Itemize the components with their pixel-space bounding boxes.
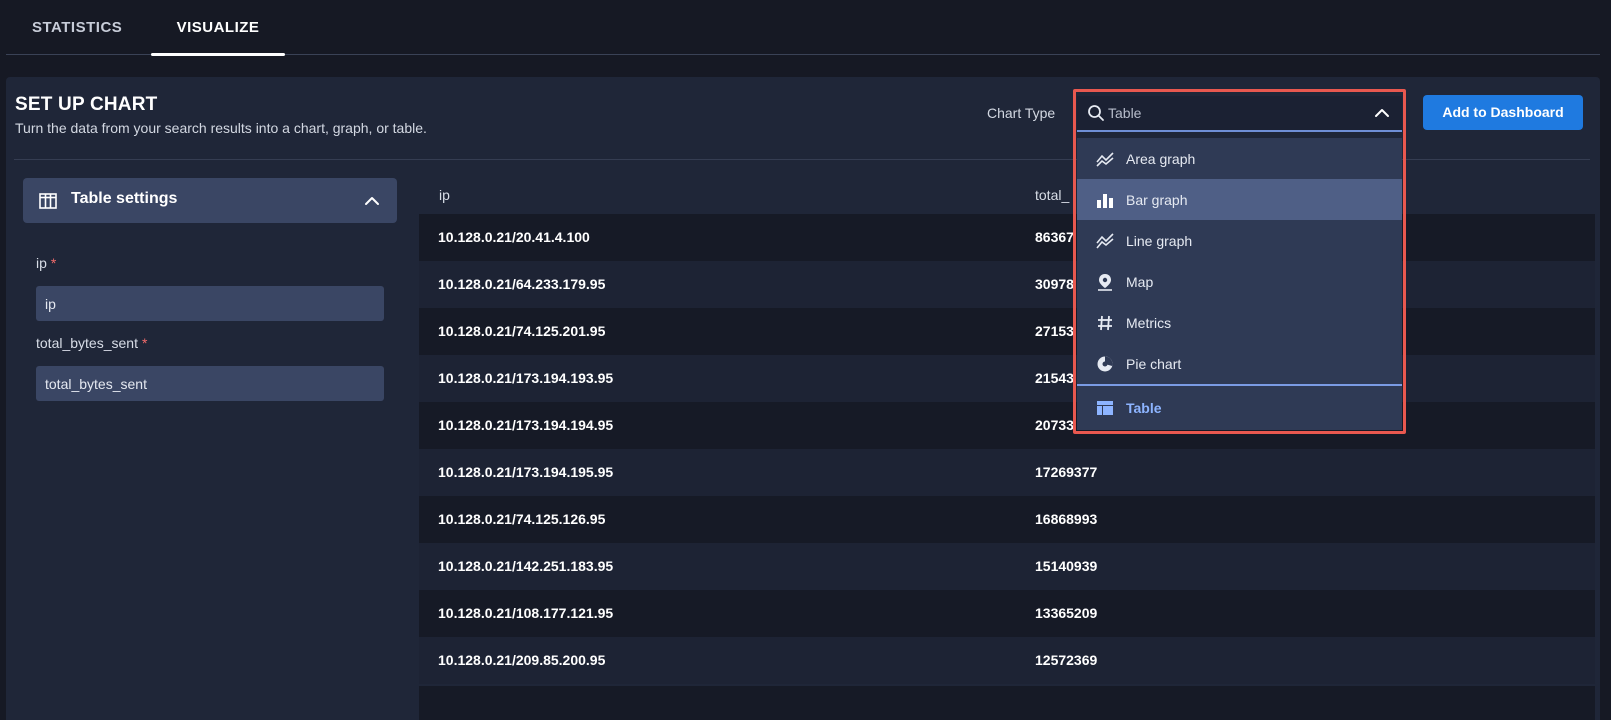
pie-chart-icon <box>1096 355 1114 373</box>
cell-ip: 10.128.0.21/142.251.183.95 <box>438 558 614 574</box>
option-metrics[interactable]: Metrics <box>1077 302 1402 343</box>
option-label: Map <box>1126 273 1154 290</box>
option-label: Pie chart <box>1126 355 1182 372</box>
cell-ip: 10.128.0.21/108.177.121.95 <box>438 605 614 621</box>
map-pin-icon <box>1096 273 1114 291</box>
cell-ip: 10.128.0.21/173.194.193.95 <box>438 370 614 386</box>
chart-type-dropdown: Area graph Bar graph Line graph Map Metr… <box>1077 138 1402 430</box>
table-row: 10.128.0.21/173.194.194.95 20733 <box>419 402 1595 449</box>
cell-bytes: 30978 <box>1035 276 1074 292</box>
cell-bytes: 21543 <box>1035 370 1074 386</box>
cell-bytes: 17269377 <box>1035 464 1098 480</box>
cell-bytes: 13365209 <box>1035 605 1098 621</box>
table-row: 10.128.0.21/173.194.193.95 21543 <box>419 355 1595 402</box>
required-mark: * <box>141 335 148 351</box>
table-row: 10.128.0.21/173.194.195.95 17269377 <box>419 449 1595 496</box>
table-row: 10.128.0.21/74.125.201.95 27153 <box>419 308 1595 355</box>
cell-bytes: 86367 <box>1035 229 1074 245</box>
option-label: Area graph <box>1126 150 1196 167</box>
option-label: Line graph <box>1126 232 1193 249</box>
option-line-graph[interactable]: Line graph <box>1077 220 1402 261</box>
tab-bar: STATISTICS VISUALIZE <box>6 0 1600 56</box>
chevron-up-icon[interactable] <box>1374 105 1390 121</box>
cell-ip: 10.128.0.21/74.125.126.95 <box>438 511 606 527</box>
add-to-dashboard-button[interactable]: Add to Dashboard <box>1423 95 1583 130</box>
option-bar-graph[interactable]: Bar graph <box>1077 179 1402 220</box>
required-mark: * <box>50 255 57 271</box>
panel-title: SET UP CHART <box>15 94 158 115</box>
table-row: 10.128.0.21/209.85.200.95 12572369 <box>419 637 1595 684</box>
cell-ip: 10.128.0.21/173.194.195.95 <box>438 464 614 480</box>
option-label: Metrics <box>1126 314 1172 331</box>
option-label: Bar graph <box>1126 191 1188 208</box>
table-row: 10.128.0.21/20.41.4.100 86367 <box>419 214 1595 261</box>
option-pie-chart[interactable]: Pie chart <box>1077 343 1402 384</box>
cell-bytes: 27153 <box>1035 323 1074 339</box>
table-row: 10.128.0.21/142.251.183.95 15140939 <box>419 543 1595 590</box>
line-graph-icon <box>1096 232 1114 250</box>
search-icon <box>1088 105 1104 121</box>
tab-visualize[interactable]: VISUALIZE <box>151 0 285 56</box>
cell-bytes: 20733 <box>1035 417 1074 433</box>
cell-ip: 10.128.0.21/20.41.4.100 <box>438 229 590 245</box>
ip-field[interactable] <box>36 286 384 321</box>
cell-bytes: 16868993 <box>1035 511 1098 527</box>
table-columns-icon <box>39 193 57 209</box>
cell-ip: 10.128.0.21/209.85.200.95 <box>438 652 606 668</box>
total-bytes-sent-field[interactable] <box>36 366 384 401</box>
cell-bytes: 12572369 <box>1035 652 1098 668</box>
chart-type-label: Chart Type <box>987 105 1056 121</box>
cell-ip: 10.128.0.21/173.194.194.95 <box>438 417 614 433</box>
column-header-ip[interactable]: ip <box>439 174 450 214</box>
chart-type-combobox[interactable] <box>1077 96 1402 132</box>
bar-graph-icon <box>1096 191 1114 209</box>
table-empty-area <box>419 686 1595 720</box>
table-row: 10.128.0.21/64.233.179.95 30978 <box>419 261 1595 308</box>
hash-icon <box>1096 314 1114 332</box>
panel-subtitle: Turn the data from your search results i… <box>15 120 427 136</box>
option-area-graph[interactable]: Area graph <box>1077 138 1402 179</box>
table-row: 10.128.0.21/108.177.121.95 13365209 <box>419 590 1595 637</box>
area-graph-icon <box>1096 150 1114 168</box>
cell-ip: 10.128.0.21/74.125.201.95 <box>438 323 606 339</box>
table-icon <box>1096 399 1114 417</box>
table-settings-header[interactable]: Table settings <box>23 178 397 223</box>
option-table[interactable]: Table <box>1077 384 1402 430</box>
ip-field-label: ip * <box>36 255 57 271</box>
option-label: Table <box>1126 400 1162 416</box>
column-header-total-bytes[interactable]: total_ <box>1035 174 1069 214</box>
chart-type-search-input[interactable] <box>1108 96 1348 130</box>
cell-bytes: 15140939 <box>1035 558 1098 574</box>
option-map[interactable]: Map <box>1077 261 1402 302</box>
tab-statistics[interactable]: STATISTICS <box>32 0 122 55</box>
chevron-up-icon[interactable] <box>363 192 381 210</box>
results-table: ip total_ 10.128.0.21/20.41.4.100 86367 … <box>419 174 1595 720</box>
table-settings-title: Table settings <box>71 190 178 207</box>
total-bytes-sent-field-label: total_bytes_sent * <box>36 335 148 351</box>
cell-ip: 10.128.0.21/64.233.179.95 <box>438 276 606 292</box>
table-row: 10.128.0.21/74.125.126.95 16868993 <box>419 496 1595 543</box>
